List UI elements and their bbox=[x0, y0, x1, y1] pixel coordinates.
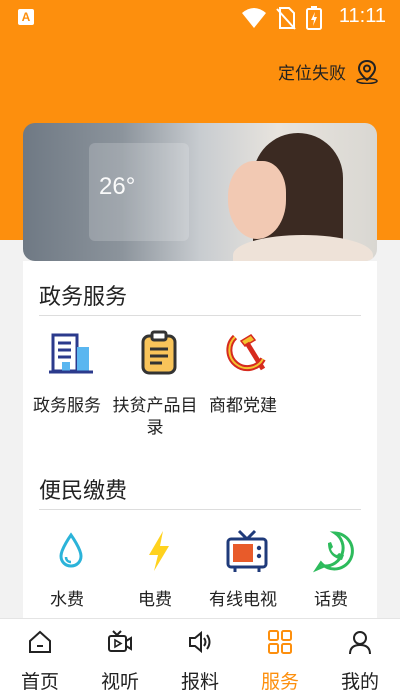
nav-home[interactable]: 首页 bbox=[0, 619, 80, 700]
nav-report[interactable]: 报料 bbox=[160, 619, 240, 700]
service-label: 话费 bbox=[314, 590, 348, 610]
service-label: 政务服务 bbox=[33, 396, 101, 416]
nav-services[interactable]: 服务 bbox=[240, 619, 320, 700]
home-icon bbox=[29, 630, 51, 653]
nav-label: 报料 bbox=[180, 671, 219, 693]
battery-charging-icon bbox=[306, 6, 322, 30]
section-divider bbox=[39, 315, 361, 316]
video-icon bbox=[108, 630, 132, 652]
app-badge-icon: A bbox=[18, 9, 34, 25]
services-card: 政务服务 政务服务 扶贫产品目录 商都党建 便民缴费 水费 电费 有线电视 话费 bbox=[23, 261, 377, 619]
hammer-sickle-icon bbox=[226, 334, 266, 372]
nav-label: 视听 bbox=[100, 671, 139, 693]
tv-icon bbox=[226, 529, 268, 572]
section-title-payment: 便民缴费 bbox=[39, 479, 128, 504]
section-divider bbox=[39, 509, 361, 510]
clock: 11:11 bbox=[338, 5, 386, 27]
payment-phone[interactable]: 话费 bbox=[287, 527, 375, 617]
section-title-gov: 政务服务 bbox=[39, 285, 128, 310]
location-button[interactable]: 定位失败 bbox=[278, 58, 380, 84]
service-gov[interactable]: 政务服务 bbox=[23, 329, 111, 439]
nav-label: 服务 bbox=[260, 671, 299, 693]
status-bar: A 11:11 bbox=[0, 0, 400, 36]
lightning-icon bbox=[149, 531, 169, 571]
nav-label: 首页 bbox=[20, 671, 59, 693]
service-label: 扶贫产品目录 bbox=[112, 396, 198, 438]
payment-water[interactable]: 水费 bbox=[23, 527, 111, 617]
no-sim-icon bbox=[276, 7, 296, 30]
map-pin-icon bbox=[356, 59, 378, 84]
location-label: 定位失败 bbox=[278, 63, 346, 84]
phone-icon bbox=[312, 531, 354, 573]
banner-person-face bbox=[228, 161, 286, 239]
service-label: 电费 bbox=[138, 590, 172, 610]
grid-icon bbox=[268, 630, 292, 654]
water-drop-icon bbox=[59, 532, 83, 568]
nav-label: 我的 bbox=[340, 671, 379, 693]
banner-temperature-graphic: 26° bbox=[99, 173, 136, 200]
wifi-icon bbox=[242, 8, 266, 28]
bottom-nav: 首页 视听 报料 服务 我的 bbox=[0, 618, 400, 700]
speaker-icon bbox=[189, 630, 211, 654]
service-label: 商都党建 bbox=[209, 396, 277, 416]
service-party-building[interactable]: 商都党建 bbox=[199, 329, 287, 439]
payment-cable-tv[interactable]: 有线电视 bbox=[199, 527, 287, 617]
service-label: 有线电视 bbox=[209, 590, 277, 610]
service-poverty-products[interactable]: 扶贫产品目录 bbox=[111, 329, 199, 439]
nav-profile[interactable]: 我的 bbox=[320, 619, 400, 700]
clipboard-icon bbox=[141, 330, 177, 375]
user-icon bbox=[349, 631, 371, 655]
building-icon bbox=[49, 333, 93, 374]
promo-banner[interactable]: 26° bbox=[23, 123, 377, 261]
service-label: 水费 bbox=[50, 590, 84, 610]
nav-video[interactable]: 视听 bbox=[80, 619, 160, 700]
payment-electricity[interactable]: 电费 bbox=[111, 527, 199, 617]
